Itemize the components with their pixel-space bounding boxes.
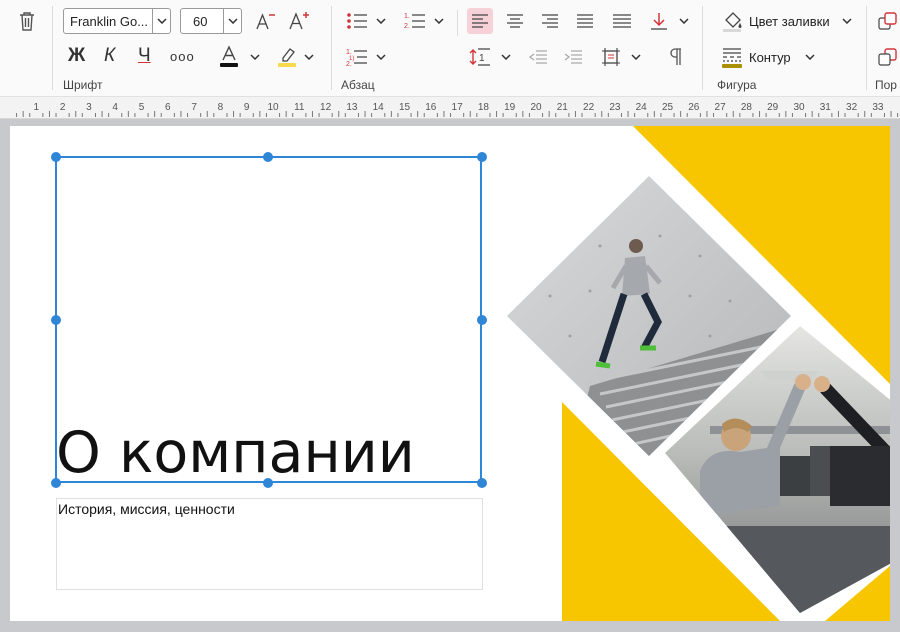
ruler-number: 30	[793, 102, 805, 113]
ruler-number: 16	[425, 102, 437, 113]
send-backward-icon	[878, 48, 897, 66]
ruler-number: 31	[820, 102, 832, 113]
slide-canvas[interactable]: О компании История, миссия, ценности	[0, 119, 900, 632]
ruler-number: 28	[741, 102, 753, 113]
ribbon-toolbar: Franklin Go... 60 Ж К Ч ooo Шрифт 1. 2. …	[0, 0, 900, 97]
resize-handle-bottom[interactable]	[263, 478, 273, 488]
ruler-number: 7	[191, 102, 197, 113]
resize-handle-top-left[interactable]	[51, 152, 61, 162]
resize-handle-top[interactable]	[263, 152, 273, 162]
ruler-number: 11	[294, 102, 305, 113]
ruler-number: 8	[218, 102, 224, 113]
arrange-group-label: Пор	[875, 78, 897, 92]
ruler-number: 14	[373, 102, 385, 113]
ruler-number: 6	[165, 102, 171, 113]
ruler-number: 5	[139, 102, 145, 113]
ruler-number: 18	[478, 102, 490, 113]
ruler-number: 22	[583, 102, 595, 113]
ruler-number: 2	[60, 102, 66, 113]
ruler-number: 15	[399, 102, 411, 113]
slide[interactable]: О компании История, миссия, ценности	[10, 126, 890, 621]
subtitle-placeholder[interactable]: История, миссия, ценности	[56, 498, 483, 590]
ruler-number: 27	[715, 102, 727, 113]
bring-forward-button[interactable]	[876, 9, 900, 33]
ruler-number: 9	[244, 102, 250, 113]
send-backward-button[interactable]	[876, 45, 900, 69]
ruler-number: 32	[846, 102, 858, 113]
ruler-number: 4	[112, 102, 118, 113]
ruler-number: 21	[557, 102, 569, 113]
resize-handle-top-right[interactable]	[477, 152, 487, 162]
ruler-number: 33	[872, 102, 884, 113]
ruler-number: 25	[662, 102, 674, 113]
ruler-number: 12	[320, 102, 332, 113]
resize-handle-right[interactable]	[477, 315, 487, 325]
ruler-scale: 1 2 3 4 5 6 7 8 9 10 11 12 13 14 15 16 17 18 19 20 21 22 23 24 2…	[16, 102, 899, 117]
ruler-number: 3	[86, 102, 92, 113]
arrange-group: Пор	[0, 0, 900, 97]
horizontal-ruler[interactable]: 1 2 3 4 5 6 7 8 9 10 11 12 13 14 15 16 17 18 19 20 21 22 23 24 2…	[0, 97, 900, 119]
ruler-number: 17	[452, 102, 464, 113]
ruler-number: 29	[767, 102, 779, 113]
resize-handle-bottom-left[interactable]	[51, 478, 61, 488]
resize-handle-bottom-right[interactable]	[477, 478, 487, 488]
slide-title[interactable]: О компании	[56, 418, 415, 488]
ruler-number: 1	[34, 102, 40, 113]
slide-subtitle[interactable]: История, миссия, ценности	[58, 501, 235, 517]
ruler-number: 24	[636, 102, 648, 113]
resize-handle-left[interactable]	[51, 315, 61, 325]
ruler-number: 10	[267, 102, 279, 113]
ruler-number: 23	[609, 102, 621, 113]
ruler-number: 20	[530, 102, 542, 113]
ruler-number: 13	[346, 102, 358, 113]
ruler-number: 19	[504, 102, 516, 113]
bring-forward-icon	[878, 12, 897, 30]
ruler-number: 26	[688, 102, 700, 113]
